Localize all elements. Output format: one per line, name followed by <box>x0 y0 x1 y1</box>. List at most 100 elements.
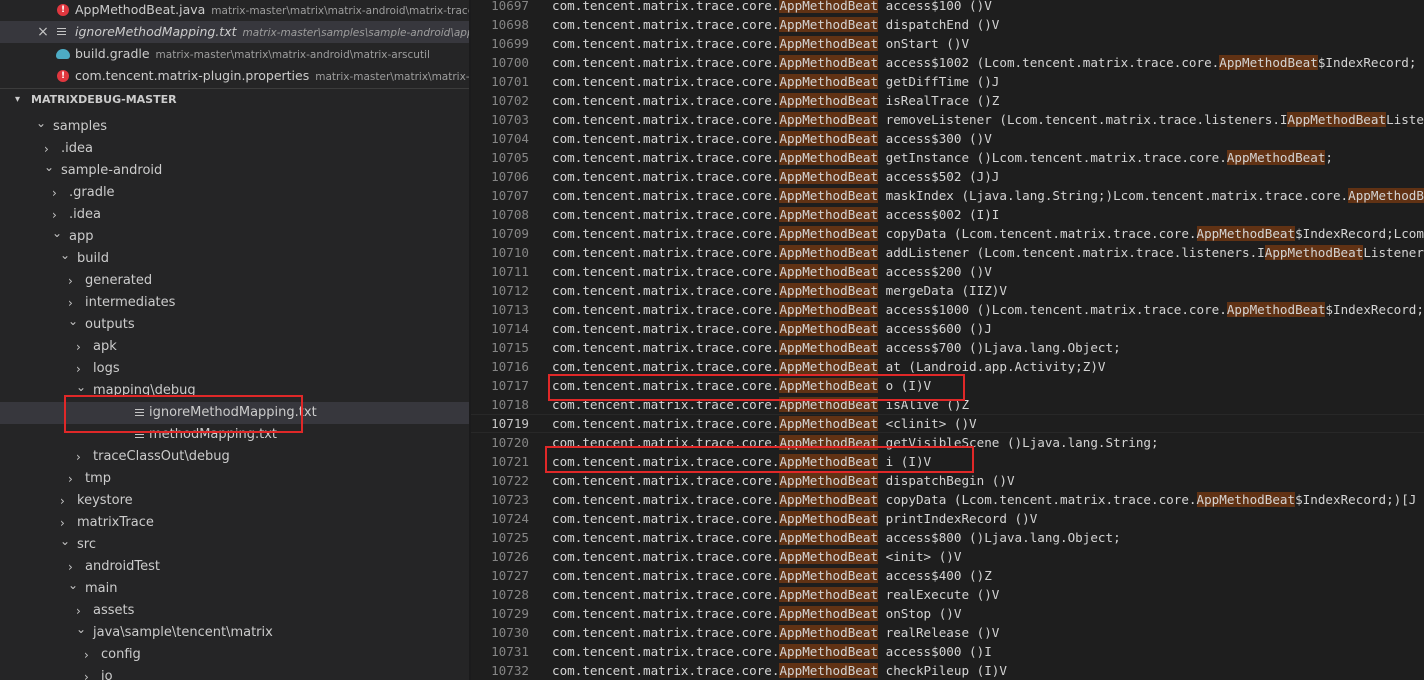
open-editor-item[interactable]: com.tencent.matrix-plugin.properties matr… <box>0 65 469 87</box>
chevron-down-icon: ⌄ <box>68 314 79 328</box>
tree-folder-item[interactable]: ⌄ main <box>0 578 469 600</box>
code-line[interactable]: 10699 com.tencent.matrix.trace.core.AppMe… <box>471 34 1424 53</box>
code-line[interactable]: 10730 com.tencent.matrix.trace.core.AppMe… <box>471 623 1424 642</box>
code-line[interactable]: 10709 com.tencent.matrix.trace.core.AppMe… <box>471 224 1424 243</box>
open-editor-item[interactable]: AppMethodBeat.java matrix-master\matrix\m… <box>0 0 469 21</box>
code-line[interactable]: 10697 com.tencent.matrix.trace.core.AppMe… <box>471 0 1424 15</box>
code-line[interactable]: 10707 com.tencent.matrix.trace.core.AppMe… <box>471 186 1424 205</box>
tree-folder-item[interactable]: › traceClassOut\debug <box>0 446 469 468</box>
tree-item-label: build <box>77 251 109 266</box>
tree-folder-item[interactable]: ⌄ mapping\debug <box>0 380 469 402</box>
code-line[interactable]: 10729 com.tencent.matrix.trace.core.AppMe… <box>471 604 1424 623</box>
text-file-icon <box>135 409 144 418</box>
line-number: 10724 <box>491 511 529 526</box>
code-line[interactable]: 10698 com.tencent.matrix.trace.core.AppMe… <box>471 15 1424 34</box>
line-text: com.tencent.matrix.trace.core.AppMethodB… <box>552 321 992 336</box>
tree-folder-item[interactable]: › matrixTrace <box>0 512 469 534</box>
code-line[interactable]: 10721 com.tencent.matrix.trace.core.AppMe… <box>471 452 1424 471</box>
search-match-highlight: AppMethodBeat <box>779 93 879 108</box>
tree-folder-item[interactable]: › config <box>0 644 469 666</box>
tree-folder-item[interactable]: ⌄ build <box>0 248 469 270</box>
open-editor-item[interactable]: build.gradle matrix-master\matrix\matrix-… <box>0 43 469 65</box>
workspace-title: MATRIXDEBUG-MASTER <box>31 93 177 106</box>
tree-folder-item[interactable]: ⌄ outputs <box>0 314 469 336</box>
tree-file-item[interactable]: methodMapping.txt <box>0 424 469 446</box>
tree-folder-item[interactable]: › .idea <box>0 138 469 160</box>
open-editor-filename: com.tencent.matrix-plugin.properties <box>75 68 310 83</box>
tree-item-label: config <box>101 647 141 662</box>
code-line[interactable]: 10704 com.tencent.matrix.trace.core.AppMe… <box>471 129 1424 148</box>
tree-folder-item[interactable]: ⌄ samples <box>0 116 469 138</box>
explorer-section-header[interactable]: ▾ MATRIXDEBUG-MASTER <box>0 88 469 111</box>
tree-folder-item[interactable]: › generated <box>0 270 469 292</box>
code-line[interactable]: 10700 com.tencent.matrix.trace.core.AppMe… <box>471 53 1424 72</box>
tree-folder-item[interactable]: ⌄ sample-android <box>0 160 469 182</box>
open-editor-path: matrix-master\matrix\matrix-an... <box>315 71 469 83</box>
code-line[interactable]: 10718 com.tencent.matrix.trace.core.AppMe… <box>471 395 1424 414</box>
text-editor[interactable]: 10697 com.tencent.matrix.trace.core.AppMe… <box>471 0 1424 680</box>
code-line[interactable]: 10724 com.tencent.matrix.trace.core.AppMe… <box>471 509 1424 528</box>
code-line[interactable]: 10732 com.tencent.matrix.trace.core.AppMe… <box>471 661 1424 680</box>
search-match-highlight: AppMethodBeat <box>779 359 879 374</box>
line-text: com.tencent.matrix.trace.core.AppMethodB… <box>552 207 1000 222</box>
tree-folder-item[interactable]: › assets <box>0 600 469 622</box>
tree-folder-item[interactable]: › apk <box>0 336 469 358</box>
tree-item-label: methodMapping.txt <box>149 427 278 442</box>
code-line[interactable]: 10714 com.tencent.matrix.trace.core.AppMe… <box>471 319 1424 338</box>
open-editor-label: AppMethodBeat.java matrix-master\matrix\m… <box>75 0 469 21</box>
text-file-icon <box>57 28 66 37</box>
code-line[interactable]: 10711 com.tencent.matrix.trace.core.AppMe… <box>471 262 1424 281</box>
open-editor-item[interactable]: × ignoreMethodMapping.txt matrix-master\sa… <box>0 21 469 43</box>
search-match-highlight: AppMethodBeat <box>779 378 879 393</box>
line-number: 10702 <box>491 93 529 108</box>
tree-folder-item[interactable]: › .gradle <box>0 182 469 204</box>
code-line[interactable]: 10713 com.tencent.matrix.trace.core.AppMe… <box>471 300 1424 319</box>
search-match-highlight: AppMethodBeat <box>1226 150 1326 165</box>
line-number: 10723 <box>491 492 529 507</box>
search-match-highlight: AppMethodBeat <box>779 511 879 526</box>
tree-folder-item[interactable]: › io <box>0 666 469 680</box>
code-line[interactable]: 10712 com.tencent.matrix.trace.core.AppMe… <box>471 281 1424 300</box>
code-line[interactable]: 10706 com.tencent.matrix.trace.core.AppMe… <box>471 167 1424 186</box>
code-line[interactable]: 10705 com.tencent.matrix.trace.core.AppMe… <box>471 148 1424 167</box>
tree-item-label: traceClassOut\debug <box>93 449 230 464</box>
code-line[interactable]: 10703 com.tencent.matrix.trace.core.AppMe… <box>471 110 1424 129</box>
line-number: 10731 <box>491 644 529 659</box>
code-line[interactable]: 10715 com.tencent.matrix.trace.core.AppMe… <box>471 338 1424 357</box>
search-match-highlight: AppMethodBeat <box>779 150 879 165</box>
tree-folder-item[interactable]: › .idea <box>0 204 469 226</box>
code-line[interactable]: 10731 com.tencent.matrix.trace.core.AppMe… <box>471 642 1424 661</box>
code-line[interactable]: 10708 com.tencent.matrix.trace.core.AppMe… <box>471 205 1424 224</box>
tree-folder-item[interactable]: ⌄ src <box>0 534 469 556</box>
code-line[interactable]: 10719 com.tencent.matrix.trace.core.AppMe… <box>471 414 1424 433</box>
code-line[interactable]: 10726 com.tencent.matrix.trace.core.AppMe… <box>471 547 1424 566</box>
code-line[interactable]: 10728 com.tencent.matrix.trace.core.AppMe… <box>471 585 1424 604</box>
tree-folder-item[interactable]: › keystore <box>0 490 469 512</box>
search-match-highlight: AppMethodBeat <box>779 454 879 469</box>
code-line[interactable]: 10716 com.tencent.matrix.trace.core.AppMe… <box>471 357 1424 376</box>
line-text: com.tencent.matrix.trace.core.AppMethodB… <box>552 186 1424 205</box>
search-match-highlight: AppMethodBeat <box>779 473 879 488</box>
code-line[interactable]: 10723 com.tencent.matrix.trace.core.AppMe… <box>471 490 1424 509</box>
tree-file-item[interactable]: ignoreMethodMapping.txt <box>0 402 469 424</box>
code-line[interactable]: 10702 com.tencent.matrix.trace.core.AppMe… <box>471 91 1424 110</box>
tree-folder-item[interactable]: › tmp <box>0 468 469 490</box>
search-match-highlight: AppMethodBeat <box>779 74 879 89</box>
search-match-highlight: AppMethodBeat <box>1287 112 1387 127</box>
code-line[interactable]: 10722 com.tencent.matrix.trace.core.AppMe… <box>471 471 1424 490</box>
code-line[interactable]: 10720 com.tencent.matrix.trace.core.AppMe… <box>471 433 1424 452</box>
tree-folder-item[interactable]: › logs <box>0 358 469 380</box>
code-line[interactable]: 10725 com.tencent.matrix.trace.core.AppMe… <box>471 528 1424 547</box>
code-line[interactable]: 10717 com.tencent.matrix.trace.core.AppMe… <box>471 376 1424 395</box>
code-line[interactable]: 10710 com.tencent.matrix.trace.core.AppMe… <box>471 243 1424 262</box>
line-number: 10722 <box>491 473 529 488</box>
line-text: com.tencent.matrix.trace.core.AppMethodB… <box>552 359 1106 374</box>
line-text: com.tencent.matrix.trace.core.AppMethodB… <box>552 36 970 51</box>
search-match-highlight: AppMethodBeat <box>1196 492 1296 507</box>
open-editor-filename: AppMethodBeat.java <box>75 2 206 17</box>
tree-folder-item[interactable]: ⌄ java\sample\tencent\matrix <box>0 622 469 644</box>
code-line[interactable]: 10701 com.tencent.matrix.trace.core.AppMe… <box>471 72 1424 91</box>
code-line[interactable]: 10727 com.tencent.matrix.trace.core.AppMe… <box>471 566 1424 585</box>
tree-folder-item[interactable]: ⌄ app <box>0 226 469 248</box>
close-icon[interactable]: × <box>36 21 50 43</box>
